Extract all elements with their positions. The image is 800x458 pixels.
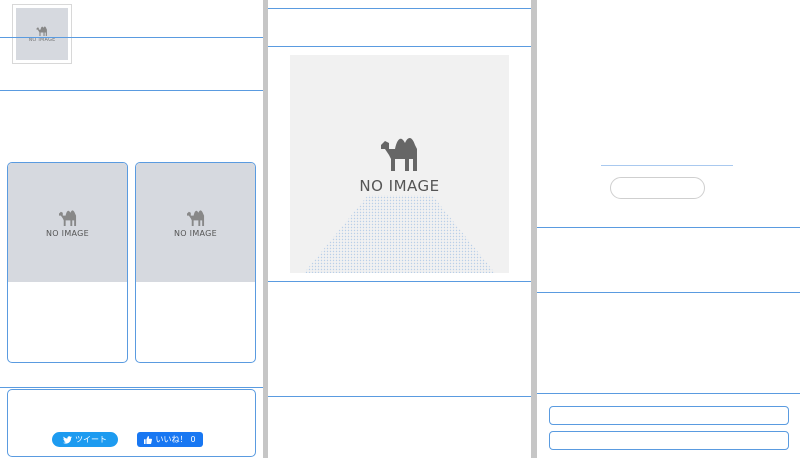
camel-icon bbox=[36, 26, 47, 36]
input-underline bbox=[601, 165, 733, 166]
card-noimage-text: NO IMAGE bbox=[45, 228, 90, 238]
camel-icon bbox=[58, 209, 76, 226]
product-card[interactable]: NO IMAGE bbox=[135, 162, 256, 363]
thumbnail-image[interactable]: NO IMAGE bbox=[12, 4, 72, 64]
card-image-placeholder: NO IMAGE bbox=[8, 163, 127, 282]
action-button[interactable] bbox=[549, 406, 789, 425]
divider bbox=[537, 292, 800, 293]
card-noimage-text: NO IMAGE bbox=[173, 228, 218, 238]
left-column: NO IMAGE NO IMAGE NO IMAGE ツイート いいね！ 0 bbox=[0, 0, 263, 458]
product-card[interactable]: NO IMAGE bbox=[7, 162, 128, 363]
divider bbox=[268, 46, 531, 47]
camel-icon bbox=[380, 137, 417, 171]
action-button[interactable] bbox=[549, 431, 789, 450]
thumbs-up-icon bbox=[144, 435, 153, 444]
right-column bbox=[537, 0, 800, 458]
divider bbox=[537, 393, 800, 394]
divider bbox=[537, 227, 800, 228]
page: NO IMAGE NO IMAGE NO IMAGE ツイート いいね！ 0 N… bbox=[0, 0, 800, 458]
divider bbox=[0, 90, 263, 91]
divider bbox=[268, 396, 531, 397]
middle-column: NO IMAGE bbox=[268, 0, 531, 458]
twitter-bird-icon bbox=[63, 435, 72, 444]
camel-icon bbox=[186, 209, 204, 226]
like-label: いいね！ bbox=[155, 435, 188, 444]
main-image-placeholder: NO IMAGE bbox=[290, 55, 509, 273]
share-box: ツイート いいね！ 0 bbox=[7, 389, 256, 457]
tweet-button[interactable]: ツイート bbox=[52, 432, 118, 447]
main-noimage: NO IMAGE bbox=[290, 133, 509, 195]
thumbnail-placeholder: NO IMAGE bbox=[16, 8, 68, 60]
pill-button[interactable] bbox=[610, 177, 705, 199]
like-count: 0 bbox=[190, 435, 196, 444]
card-image-placeholder: NO IMAGE bbox=[136, 163, 255, 282]
divider bbox=[0, 37, 263, 38]
main-noimage-text: NO IMAGE bbox=[359, 177, 440, 195]
tweet-label: ツイート bbox=[75, 435, 107, 444]
like-button[interactable]: いいね！ 0 bbox=[137, 432, 203, 447]
divider bbox=[0, 387, 263, 388]
divider bbox=[268, 281, 531, 282]
divider bbox=[268, 8, 531, 9]
